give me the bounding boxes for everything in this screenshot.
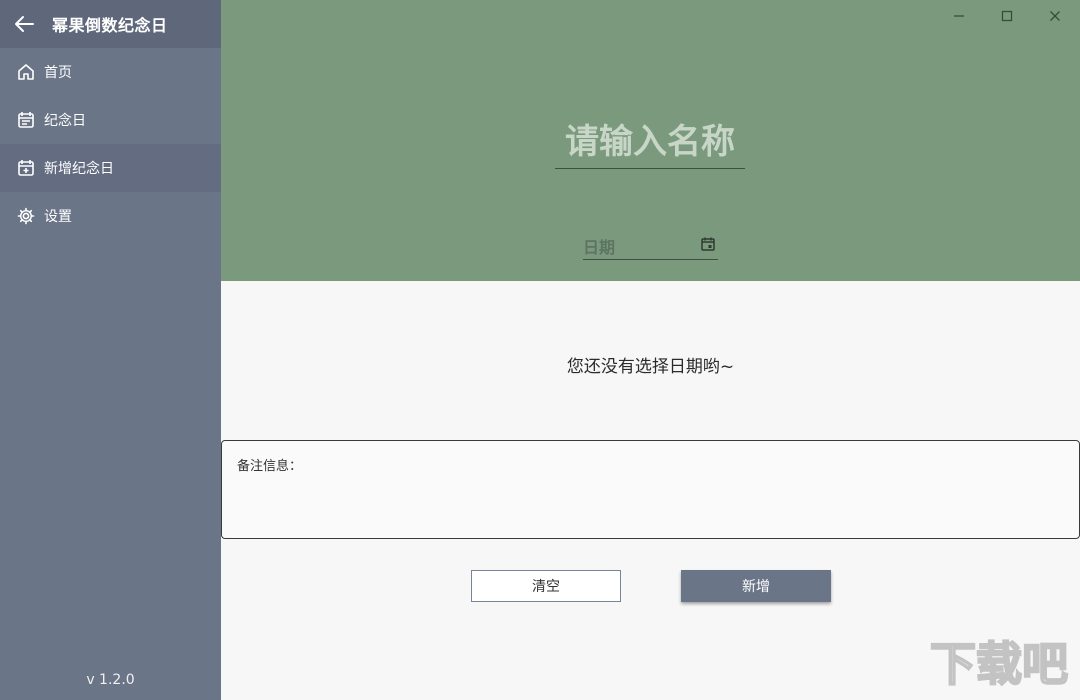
calendar-picker-icon[interactable] — [700, 236, 716, 252]
version-label: v 1.2.0 — [86, 672, 135, 688]
home-icon — [16, 62, 36, 82]
sidebar-header: 幂果倒数纪念日 — [0, 0, 221, 48]
maximize-button[interactable] — [992, 6, 1022, 26]
main-content: 日期 您还没有选择日期哟~ 备注信息： 清空 新增 下载吧 — [221, 0, 1080, 700]
name-input[interactable] — [555, 116, 745, 169]
sidebar-item-add-anniversary[interactable]: 新增纪念日 — [0, 144, 221, 192]
sidebar-item-label: 新增纪念日 — [44, 161, 114, 177]
watermark-logo: 下载吧 — [929, 636, 1069, 692]
arrow-left-icon — [15, 16, 34, 32]
date-placeholder: 日期 — [583, 238, 616, 257]
notes-label: 备注信息： — [237, 459, 303, 474]
maximize-icon — [1001, 10, 1013, 22]
header-panel: 日期 — [221, 0, 1080, 281]
minimize-button[interactable] — [944, 6, 974, 26]
back-button[interactable] — [0, 0, 48, 48]
sidebar-item-label: 设置 — [44, 209, 72, 225]
date-field[interactable]: 日期 — [583, 232, 718, 260]
app-title: 幂果倒数纪念日 — [52, 16, 168, 35]
calendar-icon — [16, 110, 36, 130]
gear-icon — [16, 206, 36, 226]
watermark-text: 下载吧 — [930, 637, 1068, 691]
sidebar-item-anniversaries[interactable]: 纪念日 — [0, 96, 221, 144]
calendar-add-icon — [16, 158, 36, 178]
sidebar-item-label: 纪念日 — [44, 113, 86, 129]
close-button[interactable] — [1040, 6, 1070, 26]
sidebar-item-settings[interactable]: 设置 — [0, 192, 221, 240]
notes-input[interactable] — [237, 477, 1061, 531]
sidebar-item-label: 首页 — [44, 65, 72, 81]
close-icon — [1050, 11, 1060, 21]
minimize-icon — [954, 15, 964, 17]
sidebar-item-home[interactable]: 首页 — [0, 48, 221, 96]
add-button[interactable]: 新增 — [681, 570, 831, 602]
clear-button[interactable]: 清空 — [471, 570, 621, 602]
no-date-message: 您还没有选择日期哟~ — [566, 357, 735, 377]
sidebar: 幂果倒数纪念日 首页 纪念日 新增纪念日 设置 v 1.2.0 — [0, 0, 221, 700]
notes-box[interactable]: 备注信息： — [221, 440, 1080, 539]
